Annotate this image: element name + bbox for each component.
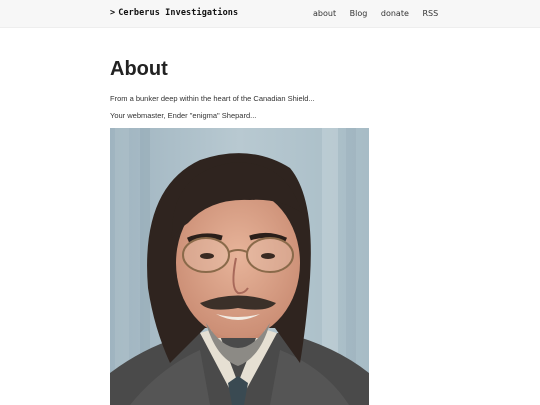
nav-about-link[interactable]: about bbox=[313, 9, 336, 18]
site-header: > Cerberus Investigations about Blog dona… bbox=[0, 0, 540, 28]
page-title: About bbox=[110, 58, 168, 80]
caret-icon: > bbox=[110, 8, 116, 18]
site-logo-link[interactable]: > Cerberus Investigations bbox=[110, 8, 238, 18]
intro-paragraph: From a bunker deep within the heart of t… bbox=[110, 94, 315, 103]
site-name: Cerberus Investigations bbox=[118, 8, 239, 18]
nav-blog-link[interactable]: Blog bbox=[350, 9, 368, 18]
main-nav: about Blog donate RSS bbox=[313, 9, 438, 18]
webmaster-photo bbox=[110, 128, 369, 405]
nav-rss-link[interactable]: RSS bbox=[422, 9, 438, 18]
webmaster-paragraph: Your webmaster, Ender "enigma" Shepard..… bbox=[110, 111, 257, 120]
nav-donate-link[interactable]: donate bbox=[381, 9, 409, 18]
